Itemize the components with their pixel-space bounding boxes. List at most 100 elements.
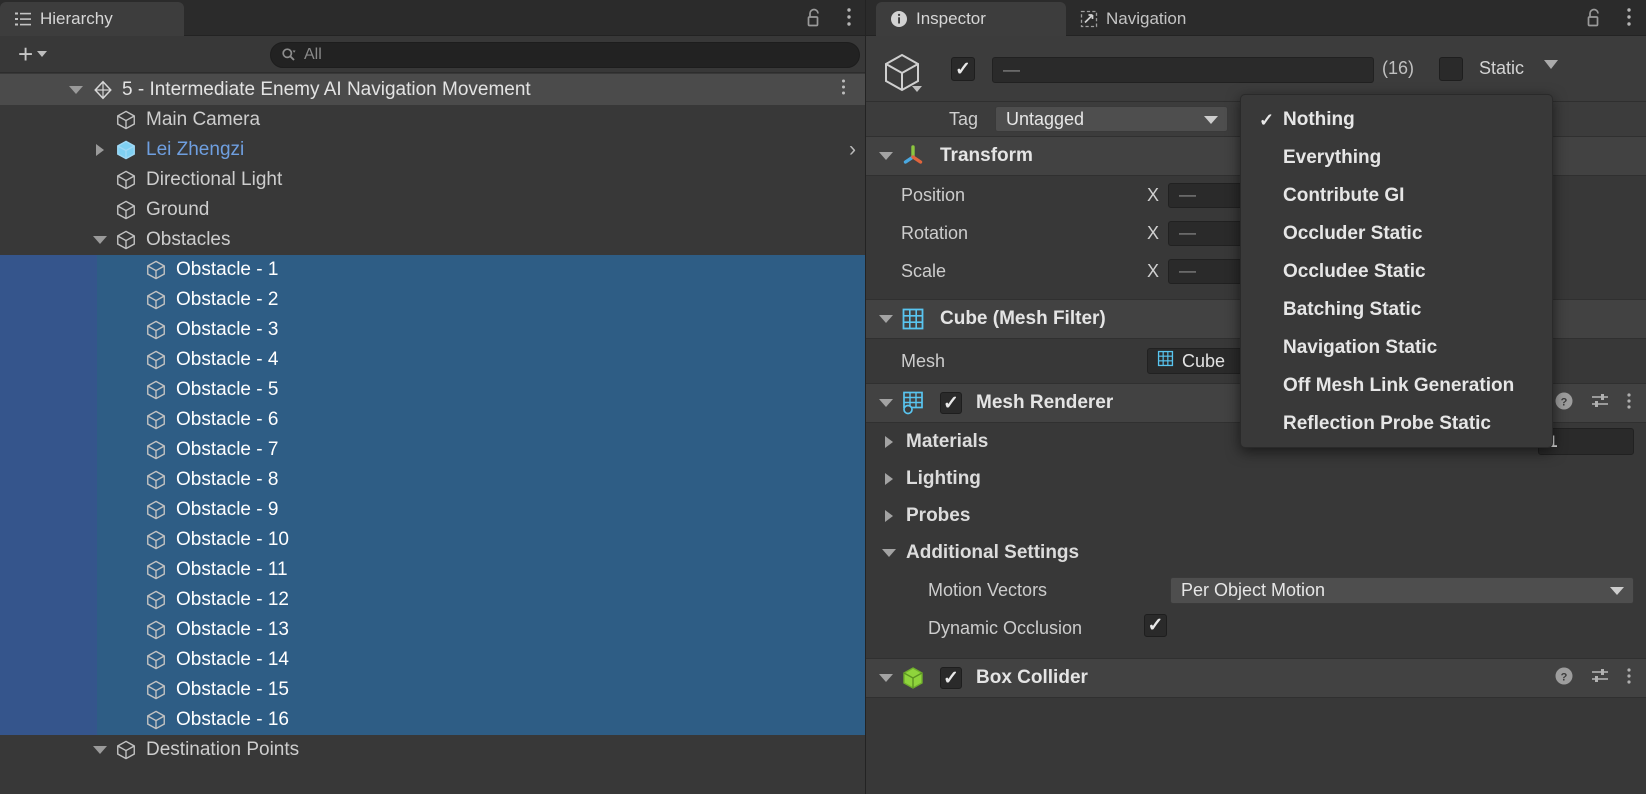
static-flag-menu-item[interactable]: Everything xyxy=(1241,139,1552,177)
tag-label: Tag xyxy=(949,109,979,129)
hierarchy-item-row[interactable]: Main Camera xyxy=(0,105,866,135)
hierarchy-item-row[interactable]: Obstacle - 3 xyxy=(0,315,866,345)
hierarchy-item-label: Ground xyxy=(146,199,210,220)
foldout-probes[interactable]: Probes xyxy=(866,497,1646,534)
lock-open-icon[interactable] xyxy=(1584,7,1604,34)
cube-icon xyxy=(145,469,167,491)
foldout-arrow-down-icon[interactable] xyxy=(878,152,894,160)
static-flag-menu-item[interactable]: Navigation Static xyxy=(1241,329,1552,367)
tag-dropdown[interactable]: Untagged xyxy=(995,106,1228,132)
hierarchy-item-row[interactable]: Obstacle - 13 xyxy=(0,615,866,645)
hierarchy-item-label: Obstacle - 15 xyxy=(176,679,289,700)
component-title: Cube (Mesh Filter) xyxy=(940,308,1106,329)
hierarchy-scene-row[interactable]: 5 - Intermediate Enemy AI Navigation Mov… xyxy=(0,74,866,105)
gameobject-header: — (16) Static xyxy=(866,36,1646,102)
hierarchy-item-row[interactable]: Obstacle - 12 xyxy=(0,585,866,615)
chevron-down-icon[interactable] xyxy=(912,86,922,92)
hierarchy-item-row[interactable]: Obstacles xyxy=(0,225,866,255)
static-checkbox[interactable] xyxy=(1439,57,1463,81)
hierarchy-item-row[interactable]: Obstacle - 16 xyxy=(0,705,866,735)
static-flag-menu-item[interactable]: Occludee Static xyxy=(1241,253,1552,291)
foldout-arrow-right-icon[interactable] xyxy=(92,142,108,158)
static-flag-menu-item[interactable]: ✓ Nothing xyxy=(1241,101,1552,139)
hierarchy-item-row[interactable]: Obstacle - 2 xyxy=(0,285,866,315)
hierarchy-tree[interactable]: 5 - Intermediate Enemy AI Navigation Mov… xyxy=(0,74,866,794)
static-flag-menu-item[interactable]: Batching Static xyxy=(1241,291,1552,329)
static-dropdown-button[interactable] xyxy=(1544,60,1558,69)
hierarchy-item-label: Obstacle - 12 xyxy=(176,589,289,610)
hierarchy-toolbar: + All xyxy=(0,36,866,73)
kebab-menu-icon[interactable] xyxy=(1626,6,1632,33)
rotation-x-value: — xyxy=(1179,223,1196,242)
static-flag-menu-item[interactable]: Occluder Static xyxy=(1241,215,1552,253)
hierarchy-item-row[interactable]: Lei Zhengzi › xyxy=(0,135,866,165)
kebab-menu-icon[interactable] xyxy=(1626,666,1632,691)
help-circle-icon[interactable]: ? xyxy=(1554,666,1574,691)
motion-vectors-dropdown[interactable]: Per Object Motion xyxy=(1170,576,1634,604)
foldout-arrow-down-icon[interactable] xyxy=(68,82,84,98)
foldout-arrow-down-icon[interactable] xyxy=(878,674,894,682)
hierarchy-item-label: Obstacles xyxy=(146,229,231,250)
hierarchy-item-label: Obstacle - 13 xyxy=(176,619,289,640)
kebab-menu-icon[interactable] xyxy=(841,78,846,102)
static-flag-label: Nothing xyxy=(1283,109,1355,130)
preset-sliders-icon[interactable] xyxy=(1590,666,1610,691)
hierarchy-item-row[interactable]: Obstacle - 6 xyxy=(0,405,866,435)
gameobject-name-field[interactable]: — xyxy=(992,57,1374,83)
kebab-menu-icon[interactable] xyxy=(1626,391,1632,416)
static-flags-dropdown-menu[interactable]: ✓ Nothing Everything Contribute GI Occluder … xyxy=(1240,94,1553,448)
hierarchy-item-row[interactable]: Ground xyxy=(0,195,866,225)
kebab-menu-icon[interactable] xyxy=(846,6,852,33)
hierarchy-item-label: Main Camera xyxy=(146,109,261,130)
lock-open-icon[interactable] xyxy=(804,7,824,34)
foldout-arrow-down-icon[interactable] xyxy=(878,399,894,407)
tab-inspector[interactable]: Inspector xyxy=(876,2,1066,36)
plus-icon: + xyxy=(18,39,34,69)
hierarchy-item-row[interactable]: Obstacle - 10 xyxy=(0,525,866,555)
add-gameobject-button[interactable]: + xyxy=(12,41,53,67)
component-header-box-collider[interactable]: Box Collider ? xyxy=(866,658,1646,698)
hierarchy-item-row[interactable]: Obstacle - 14 xyxy=(0,645,866,675)
component-title: Mesh Renderer xyxy=(976,392,1114,413)
tab-hierarchy[interactable]: Hierarchy xyxy=(0,2,184,36)
tab-navigation[interactable]: Navigation xyxy=(1066,2,1266,36)
hierarchy-item-row[interactable]: Obstacle - 1 xyxy=(0,255,866,285)
foldout-label: Additional Settings xyxy=(906,541,1080,563)
foldout-arrow-down-icon[interactable] xyxy=(92,742,108,758)
inspector-tabstrip: Inspector Navigation xyxy=(866,0,1646,36)
hierarchy-item-label: Obstacle - 6 xyxy=(176,409,279,430)
dynamic-occlusion-checkbox[interactable] xyxy=(1144,614,1167,637)
static-flag-menu-item[interactable]: Reflection Probe Static xyxy=(1241,405,1552,443)
static-flag-menu-item[interactable]: Contribute GI xyxy=(1241,177,1552,215)
static-label: Static xyxy=(1479,58,1525,78)
preset-sliders-icon[interactable] xyxy=(1590,391,1610,416)
hierarchy-item-row[interactable]: Obstacle - 11 xyxy=(0,555,866,585)
foldout-additional-settings[interactable]: Additional Settings xyxy=(866,534,1646,571)
multiselect-count: (16) xyxy=(1382,58,1415,78)
cube-icon xyxy=(145,559,167,581)
hierarchy-item-row[interactable]: Obstacle - 15 xyxy=(0,675,866,705)
foldout-label: Materials xyxy=(906,430,989,452)
hierarchy-item-row[interactable]: Obstacle - 7 xyxy=(0,435,866,465)
help-circle-icon[interactable]: ? xyxy=(1554,391,1574,416)
static-flag-label: Contribute GI xyxy=(1283,185,1405,206)
search-input[interactable]: All xyxy=(270,42,860,68)
foldout-lighting[interactable]: Lighting xyxy=(866,460,1646,497)
check-icon: ✓ xyxy=(1259,109,1275,130)
box-collider-enabled-checkbox[interactable] xyxy=(940,667,962,689)
mesh-renderer-enabled-checkbox[interactable] xyxy=(940,392,962,414)
hierarchy-item-row[interactable]: Destination Points xyxy=(0,735,866,765)
prefab-open-arrow-icon[interactable]: › xyxy=(849,138,856,162)
hierarchy-item-row[interactable]: Directional Light xyxy=(0,165,866,195)
hierarchy-item-label: Obstacle - 2 xyxy=(176,289,279,310)
svg-text:?: ? xyxy=(1561,671,1568,683)
static-flag-menu-item[interactable]: Off Mesh Link Generation xyxy=(1241,367,1552,405)
hierarchy-item-row[interactable]: Obstacle - 8 xyxy=(0,465,866,495)
gameobject-enabled-checkbox[interactable] xyxy=(951,57,975,81)
foldout-arrow-down-icon[interactable] xyxy=(92,232,108,248)
hierarchy-item-row[interactable]: Obstacle - 5 xyxy=(0,375,866,405)
hierarchy-item-row[interactable]: Obstacle - 4 xyxy=(0,345,866,375)
foldout-arrow-down-icon[interactable] xyxy=(878,315,894,323)
hierarchy-item-row[interactable]: Obstacle - 9 xyxy=(0,495,866,525)
